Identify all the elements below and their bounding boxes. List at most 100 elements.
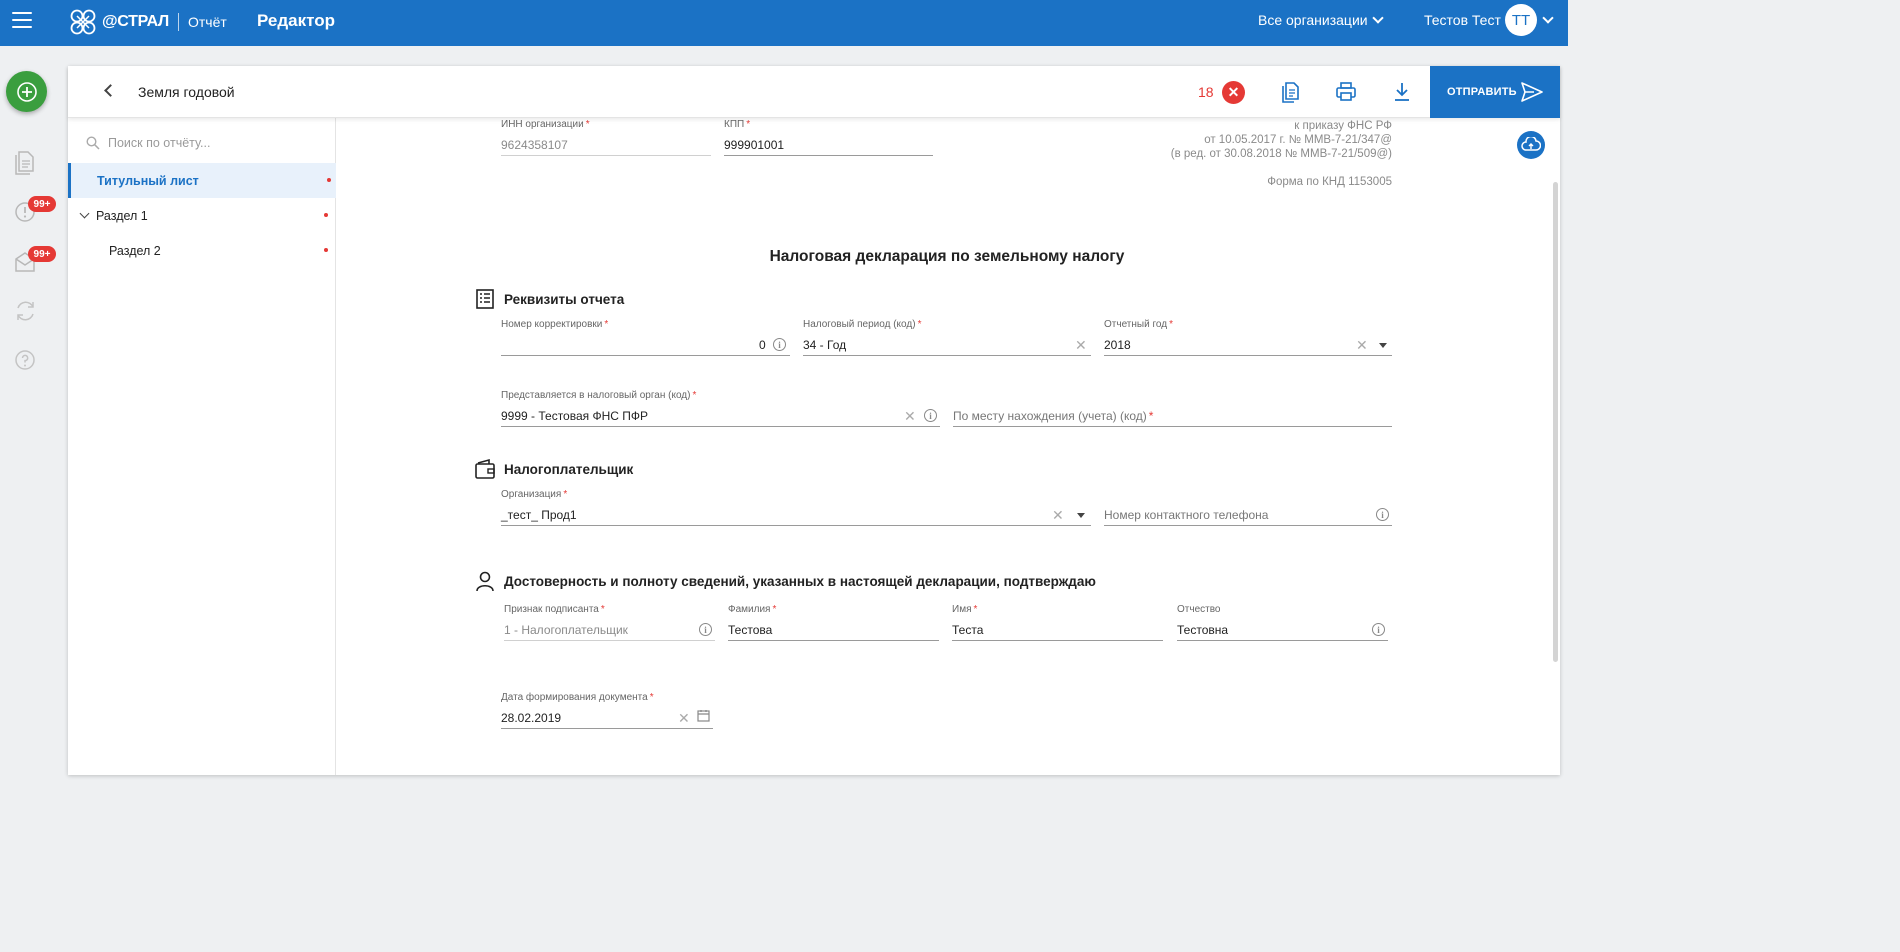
tax-authority-field[interactable]: 9999 - Тестовая ФНС ПФР xyxy=(501,409,648,423)
astral-logo[interactable]: @СТРАЛ Отчёт xyxy=(68,6,227,38)
dropdown-arrow-icon[interactable] xyxy=(1077,513,1085,518)
correction-underline xyxy=(501,355,790,356)
order-note-line-2: от 10.05.2017 г. № ММВ-7-21/347@ xyxy=(1204,134,1392,146)
inn-underline xyxy=(501,155,711,156)
astral-logo-mark xyxy=(70,9,96,35)
report-editor-card: Земля годовой 18 ✕ ОТПРАВИТЬ Поиск по от… xyxy=(68,66,1560,775)
messages-badge: 99+ xyxy=(28,246,56,262)
errors-button[interactable]: ✕ xyxy=(1222,81,1245,104)
sync-icon[interactable] xyxy=(13,298,39,324)
info-icon[interactable]: i xyxy=(1372,623,1385,636)
sidebar-item-section-2[interactable]: Раздел 2 xyxy=(68,233,336,268)
chevron-down-icon xyxy=(1371,12,1384,24)
cloud-upload-button[interactable] xyxy=(1517,131,1545,159)
back-icon[interactable] xyxy=(104,84,117,97)
cloud-upload-icon xyxy=(1521,137,1541,151)
tax-authority-underline xyxy=(501,426,940,427)
error-dot xyxy=(327,178,331,182)
organizations-label: Все организации xyxy=(1258,12,1368,28)
send-button[interactable]: ОТПРАВИТЬ xyxy=(1430,66,1560,118)
clear-icon[interactable]: ✕ xyxy=(678,711,690,725)
organization-field[interactable]: _тест_ Прод1 xyxy=(501,508,577,522)
location-code-field[interactable]: По месту нахождения (учета) (код) * xyxy=(953,409,1153,423)
requirements-badge: 99+ xyxy=(28,196,56,212)
year-underline xyxy=(1104,355,1392,356)
download-icon[interactable] xyxy=(1390,80,1414,104)
period-field[interactable]: 34 - Год xyxy=(803,338,846,352)
organization-label: Организация * xyxy=(501,489,568,500)
dropdown-arrow-icon[interactable] xyxy=(1379,343,1387,348)
period-underline xyxy=(803,355,1091,356)
info-icon[interactable]: i xyxy=(699,623,712,636)
date-label: Дата формирования документа * xyxy=(501,692,654,703)
sidebar-item-label: Раздел 2 xyxy=(109,243,161,258)
surname-underline xyxy=(728,640,939,641)
location-code-underline xyxy=(953,426,1392,427)
search-icon xyxy=(86,136,100,150)
info-icon[interactable]: i xyxy=(773,338,786,351)
create-report-button[interactable] xyxy=(6,71,47,112)
report-title: Земля годовой xyxy=(138,84,235,100)
title-page-form: ИНН организации * 9624358107 КПП * 9999010… xyxy=(337,118,1552,775)
order-note-line-3: (в ред. от 30.08.2018 № ММВ-7-21/509@) xyxy=(1170,148,1392,160)
error-dot xyxy=(324,248,328,252)
report-sections-sidebar: Поиск по отчёту... Титульный лист Раздел… xyxy=(68,118,336,775)
report-search[interactable]: Поиск по отчёту... xyxy=(86,133,326,153)
brand-name: @СТРАЛ xyxy=(102,13,169,30)
clear-icon[interactable]: ✕ xyxy=(904,409,916,423)
phone-underline xyxy=(1104,525,1392,526)
document-title: Налоговая декларация по земельному налог… xyxy=(769,248,1125,265)
avatar[interactable]: ТТ xyxy=(1505,4,1537,36)
name-field[interactable]: Теста xyxy=(952,623,983,637)
patronymic-field[interactable]: Тестовна xyxy=(1177,623,1228,637)
help-icon[interactable] xyxy=(13,348,39,374)
name-underline xyxy=(952,640,1163,641)
year-field[interactable]: 2018 xyxy=(1104,338,1131,352)
date-field[interactable]: 28.02.2019 xyxy=(501,711,561,725)
copy-document-icon[interactable] xyxy=(1278,80,1302,104)
name-label: Имя * xyxy=(952,604,978,615)
send-button-label: ОТПРАВИТЬ xyxy=(1447,86,1517,98)
send-icon xyxy=(1521,82,1543,102)
chevron-down-icon[interactable] xyxy=(79,208,90,219)
close-icon: ✕ xyxy=(1227,84,1240,100)
organizations-dropdown[interactable]: Все организации xyxy=(1258,12,1384,28)
wallet-icon xyxy=(474,458,496,480)
chevron-down-icon[interactable] xyxy=(1542,12,1554,24)
error-count: 18 xyxy=(1198,84,1214,100)
surname-label: Фамилия * xyxy=(728,604,777,615)
sidebar-item-section-1[interactable]: Раздел 1 xyxy=(68,198,336,233)
period-label: Налоговый период (код) * xyxy=(803,319,922,330)
section-title-confirmation: Достоверность и полноту сведений, указан… xyxy=(504,574,1096,589)
kpp-underline xyxy=(724,155,933,156)
info-icon[interactable]: i xyxy=(1376,508,1389,521)
patronymic-underline xyxy=(1177,640,1388,641)
search-input[interactable]: Поиск по отчёту... xyxy=(108,136,210,150)
print-icon[interactable] xyxy=(1334,80,1358,104)
top-app-bar: @СТРАЛ Отчёт Редактор Все организации Те… xyxy=(0,0,1568,46)
kpp-label: КПП * xyxy=(724,119,751,130)
phone-field[interactable]: Номер контактного телефона xyxy=(1104,508,1268,522)
clear-icon[interactable]: ✕ xyxy=(1356,338,1368,352)
person-icon xyxy=(474,570,496,592)
scrollbar-thumb[interactable] xyxy=(1553,182,1558,662)
surname-field[interactable]: Тестова xyxy=(728,623,772,637)
info-icon[interactable]: i xyxy=(924,409,937,422)
calendar-icon[interactable] xyxy=(697,709,710,727)
documents-icon[interactable] xyxy=(13,149,39,175)
correction-label: Номер корректировки * xyxy=(501,319,609,330)
clear-icon[interactable]: ✕ xyxy=(1052,508,1064,522)
clear-icon[interactable]: ✕ xyxy=(1075,338,1087,352)
sidebar-item-title-page[interactable]: Титульный лист xyxy=(68,163,336,198)
menu-icon[interactable] xyxy=(12,12,32,30)
page-title: Редактор xyxy=(257,11,335,30)
kpp-field[interactable]: 999901001 xyxy=(724,138,784,152)
year-label: Отчетный год * xyxy=(1104,319,1173,330)
correction-field[interactable]: 0 xyxy=(759,338,766,352)
section-title-taxpayer: Налогоплательщик xyxy=(504,462,634,477)
user-name[interactable]: Тестов Тест xyxy=(1424,12,1501,28)
signer-field: 1 - Налогоплательщик xyxy=(504,623,628,637)
sidebar-item-label: Титульный лист xyxy=(97,173,199,188)
plus-circle-icon xyxy=(16,81,37,102)
order-note-line-1: к приказу ФНС РФ xyxy=(1294,120,1392,132)
